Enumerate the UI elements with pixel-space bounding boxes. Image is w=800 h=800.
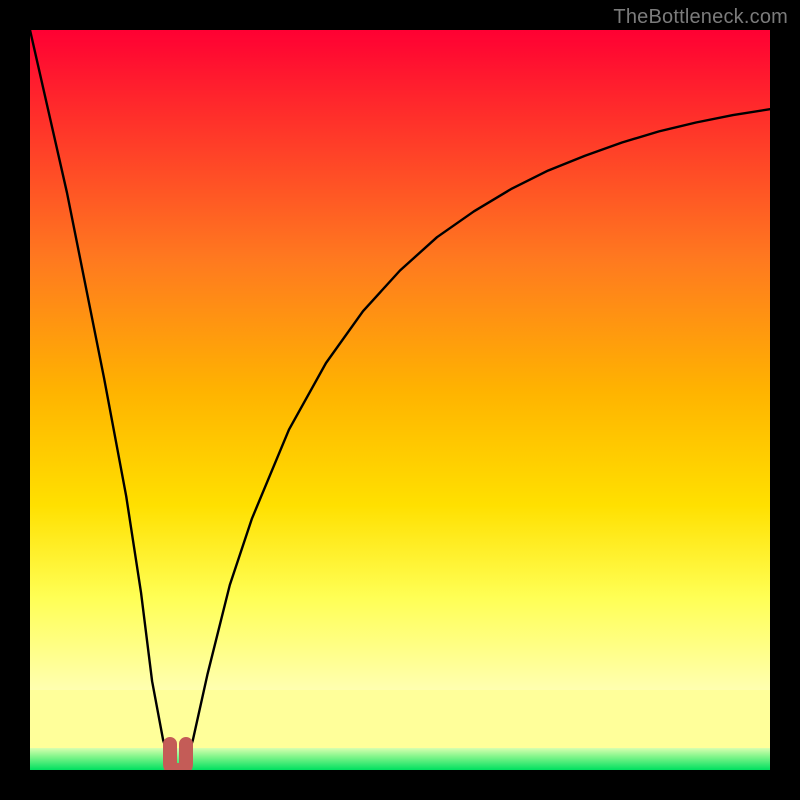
plot-area xyxy=(30,30,770,770)
bottleneck-chart xyxy=(30,30,770,770)
watermark-label: TheBottleneck.com xyxy=(613,6,788,29)
green-strip xyxy=(30,748,770,770)
chart-frame: TheBottleneck.com xyxy=(0,0,800,800)
yellow-band xyxy=(30,690,770,748)
